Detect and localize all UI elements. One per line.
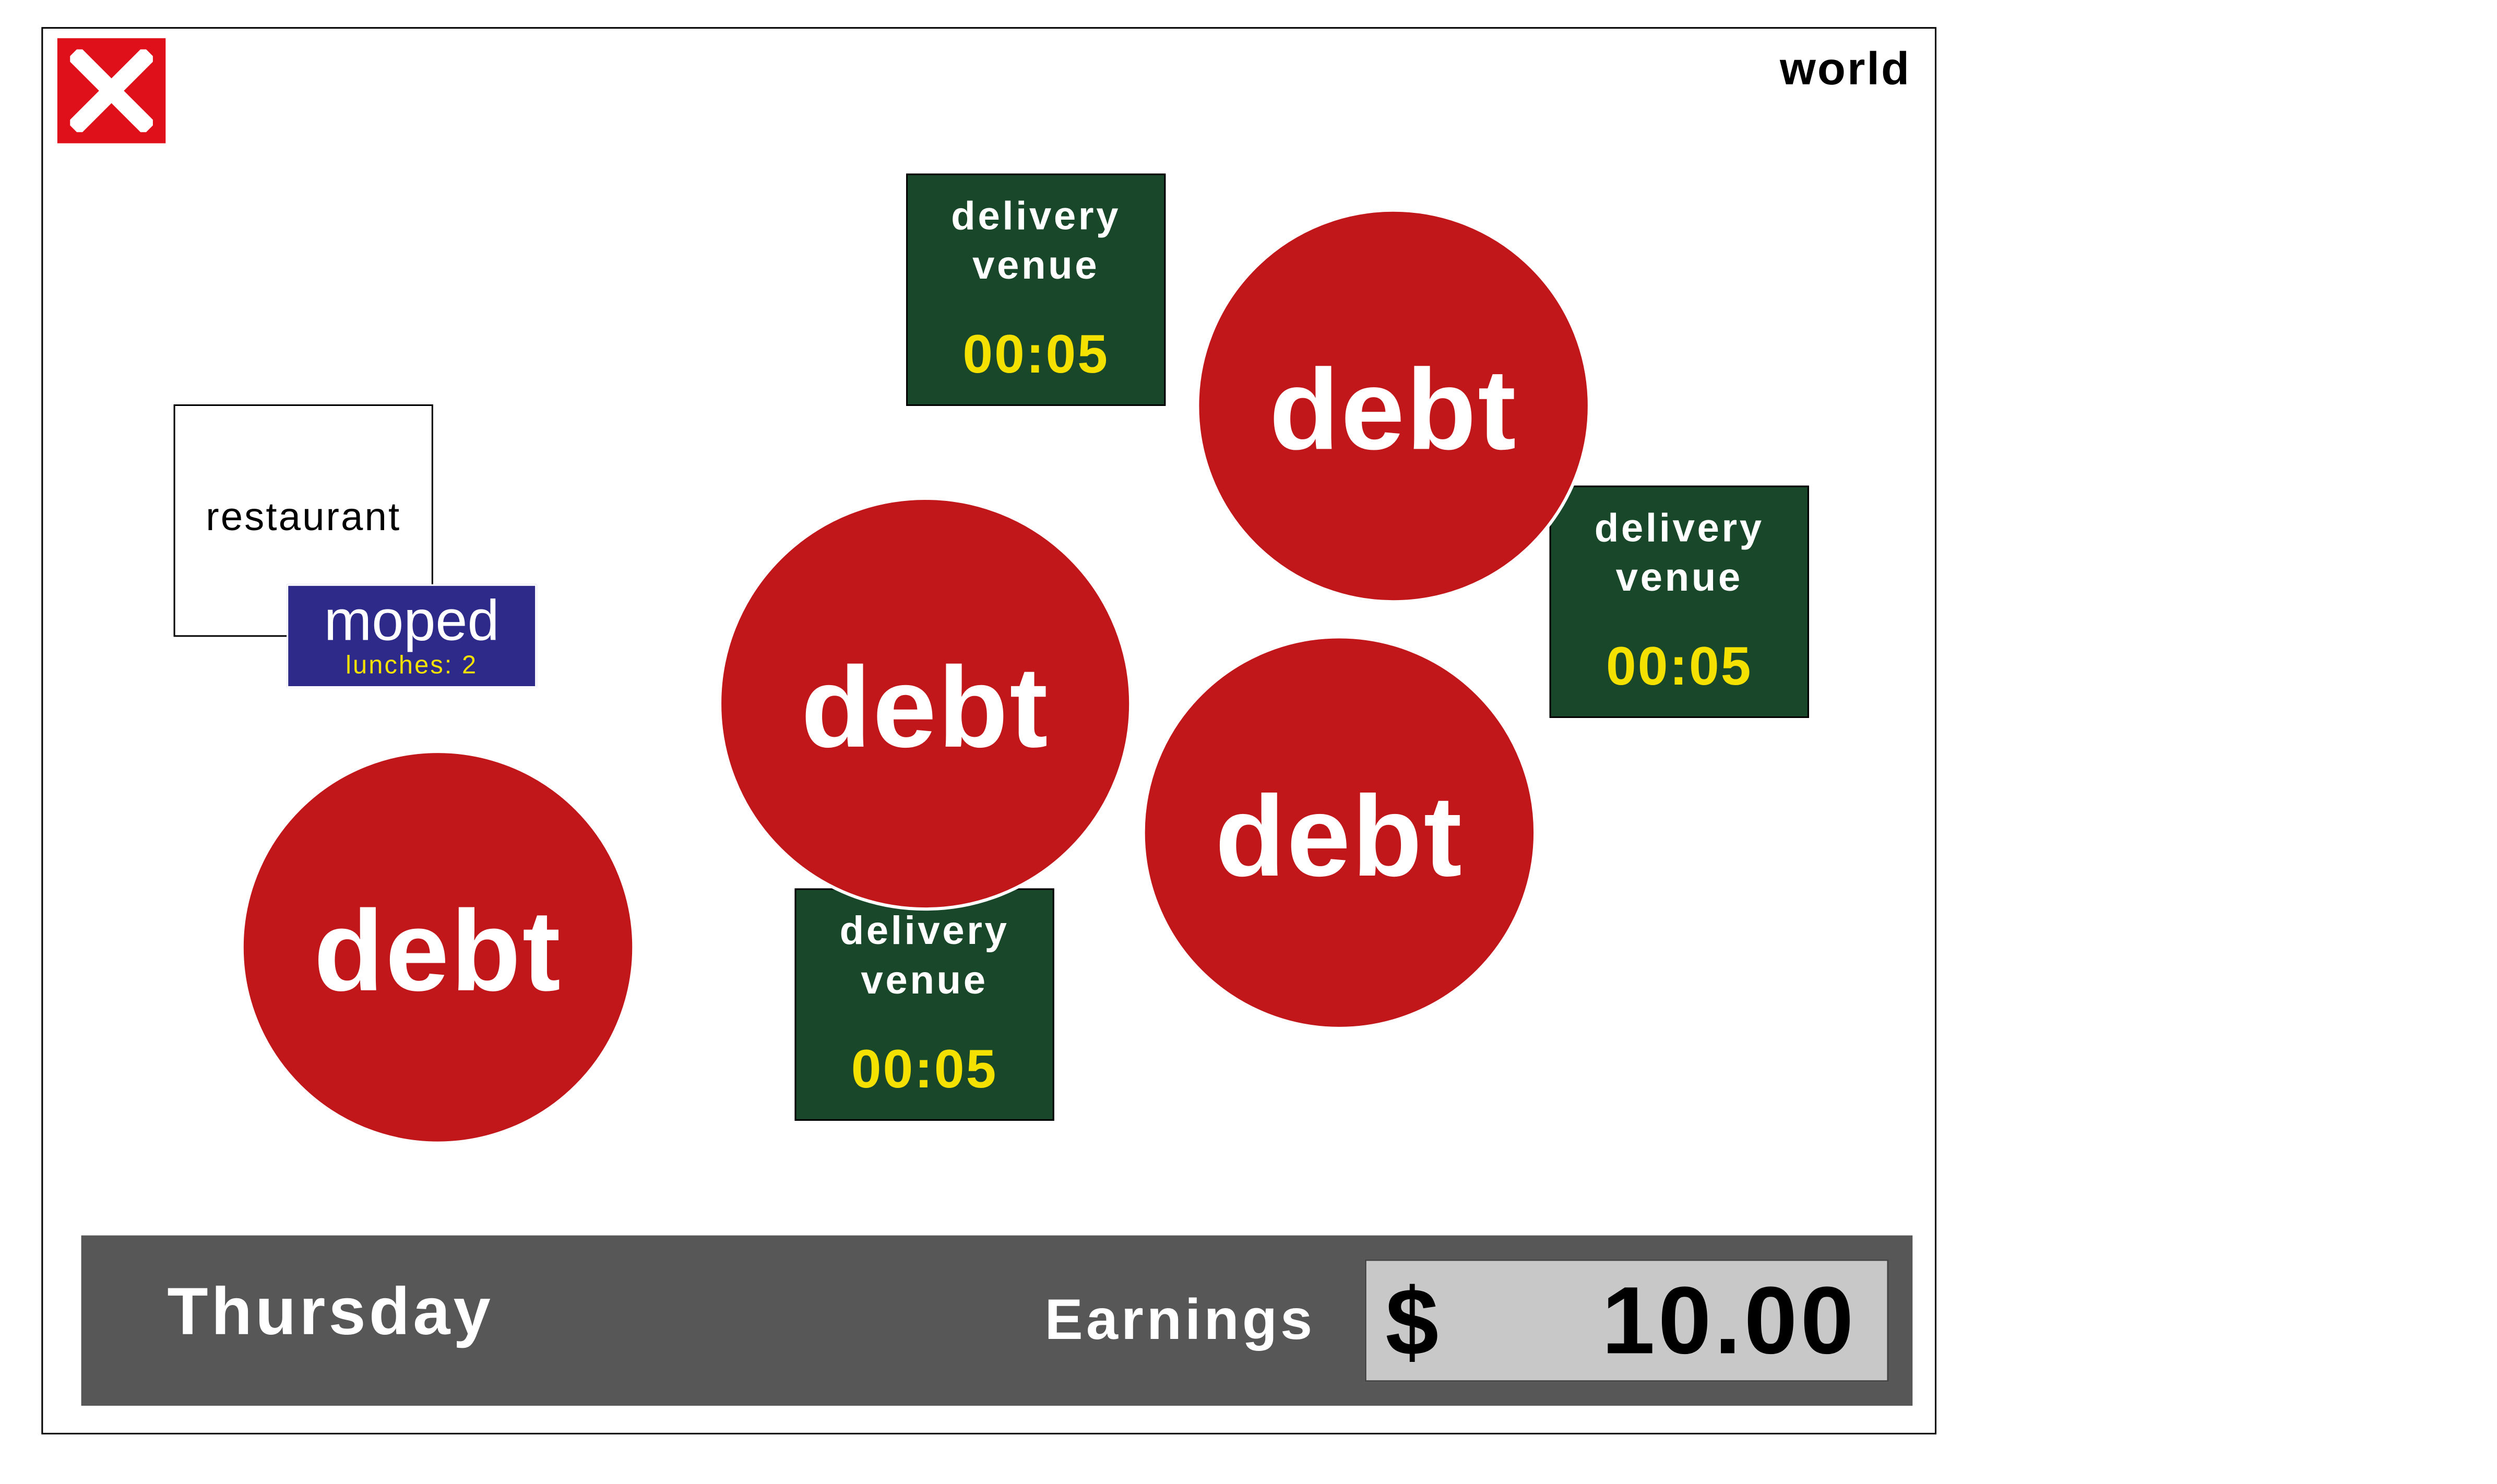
venue-timer: 00:05 — [1606, 637, 1753, 698]
earnings-value: 10.00 — [1601, 1267, 1857, 1374]
debt-token[interactable]: debt — [1142, 635, 1537, 1030]
delivery-venue[interactable]: delivery venue 00:05 — [1549, 485, 1809, 719]
venue-label-line1: delivery — [951, 194, 1121, 239]
venue-timer: 00:05 — [962, 325, 1109, 386]
venue-timer: 00:05 — [851, 1039, 998, 1100]
debt-label: debt — [801, 644, 1050, 772]
debt-label: debt — [314, 888, 562, 1016]
venue-label-line2: venue — [861, 958, 988, 1003]
debt-token[interactable]: debt — [240, 750, 636, 1145]
currency-symbol: $ — [1385, 1268, 1439, 1376]
debt-label: debt — [1215, 773, 1464, 901]
moped-lunches-count: lunches: 2 — [346, 652, 478, 680]
delivery-venue[interactable]: delivery venue 00:05 — [906, 173, 1166, 406]
venue-label-line2: venue — [972, 243, 1100, 289]
earnings-label: Earnings — [1044, 1286, 1316, 1352]
moped-tile[interactable]: moped lunches: 2 — [287, 584, 537, 688]
venue-label-line1: delivery — [1594, 506, 1764, 551]
venue-label-line2: venue — [1615, 555, 1743, 601]
close-button[interactable] — [57, 38, 166, 143]
game-stage: world restaurant moped lunches: 2 delive… — [0, 0, 2497, 1484]
venue-label-line1: delivery — [839, 909, 1009, 954]
debt-token[interactable]: debt — [1196, 208, 1591, 604]
debt-token[interactable]: debt — [718, 496, 1133, 911]
day-label: Thursday — [167, 1273, 494, 1349]
debt-label: debt — [1269, 347, 1518, 475]
moped-label: moped — [324, 587, 500, 653]
restaurant-label: restaurant — [206, 495, 401, 540]
close-x-icon — [70, 49, 153, 133]
delivery-venue[interactable]: delivery venue 00:05 — [794, 888, 1054, 1121]
world-label: world — [1779, 44, 1911, 96]
